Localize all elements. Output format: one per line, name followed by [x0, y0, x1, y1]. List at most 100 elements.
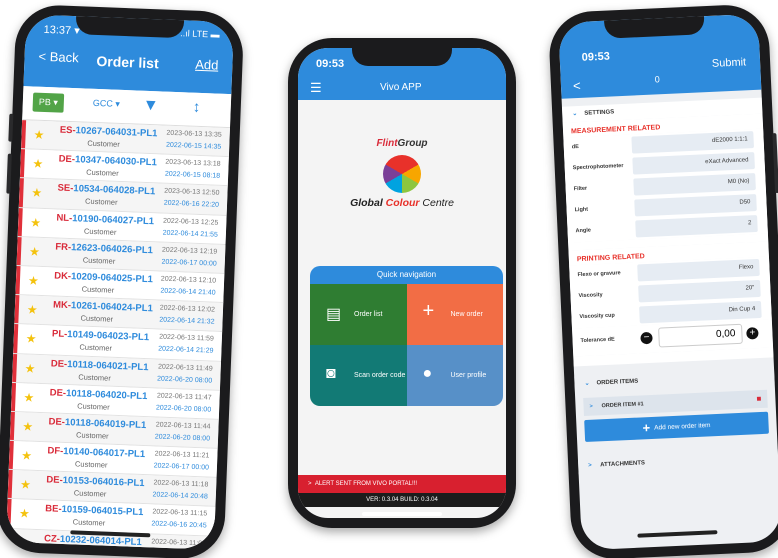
order-number: MK-10261-064024-PL1 [52, 299, 154, 315]
created-date: 2022-06-13 11:21 [154, 450, 210, 460]
status-bar [7, 470, 13, 499]
status-time: 09:53 [581, 50, 611, 64]
due-date: 2022-06-15 08:18 [164, 170, 221, 180]
printing-fields: Flexo or gravure Flexo Viscosity 20" Viscosi… [569, 256, 772, 329]
flint-group-logo: FlintGroup [376, 138, 428, 149]
status-bar [10, 382, 17, 411]
created-date: 2022-06-13 12:02 [159, 304, 216, 314]
order-number: DE-10153-064016-PL1 [46, 474, 145, 490]
star-icon[interactable]: ★ [24, 361, 35, 375]
submit-button[interactable]: Submit [712, 56, 747, 70]
star-icon[interactable]: ★ [23, 390, 34, 404]
page-title: Order list [96, 52, 159, 72]
back-chevron-icon[interactable]: < [573, 78, 581, 93]
status-bar [18, 178, 24, 207]
plus-icon: + [422, 300, 435, 322]
tile-user-profile[interactable]: ● User profile [406, 345, 503, 406]
chevron-down-icon: ⌄ [572, 111, 578, 118]
created-date: 2022-06-13 12:25 [162, 217, 219, 227]
star-icon[interactable]: ★ [29, 244, 40, 258]
customer-name: Customer [72, 517, 106, 529]
status-bar [15, 265, 21, 295]
star-icon[interactable]: ★ [31, 186, 42, 200]
star-icon[interactable]: ★ [21, 448, 32, 462]
customer-name: Customer [79, 342, 113, 354]
chevron-right-icon: > [308, 481, 315, 487]
star-icon[interactable]: ★ [27, 303, 38, 317]
star-icon[interactable]: ★ [32, 157, 43, 171]
alert-banner[interactable]: > ALERT SENT FROM VIVO PORTAL!!! [298, 475, 506, 493]
status-bar [14, 295, 20, 324]
user-icon: ● [422, 365, 433, 382]
pb-filter-dropdown[interactable]: PB ▾ [32, 92, 65, 113]
created-date: 2022-06-13 11:15 [152, 508, 208, 518]
customer-name: Customer [82, 255, 116, 266]
filter-icon[interactable]: ▼ [142, 97, 158, 116]
due-date: 2022-06-14 20:48 [152, 491, 208, 501]
status-bar [19, 149, 26, 178]
customer-name: Customer [78, 371, 112, 383]
created-date: 2023-06-13 13:35 [166, 129, 222, 139]
tile-scan-order-code[interactable]: ◙ Scan order code [310, 345, 407, 406]
tolerance-label: Tolerance dE [580, 336, 615, 345]
field-value[interactable]: 2 [635, 214, 758, 238]
star-icon[interactable]: ★ [30, 215, 41, 229]
hamburger-menu-icon[interactable]: ☰ [310, 80, 322, 96]
gcc-filter-dropdown[interactable]: GCC ▾ [93, 98, 120, 110]
phone-home: 09:53 ☰ Vivo APP FlintGroup Global Colou… [288, 38, 516, 528]
phone-order-settings: 09:53 Submit < 0 ⌄ SETTINGS MEASUREMENT R… [547, 3, 778, 558]
gcc-logo-text: Global Colour Centre [350, 197, 454, 209]
star-icon[interactable]: ★ [25, 332, 36, 346]
trash-icon[interactable]: ■ [756, 390, 762, 408]
customer-name: Customer [87, 138, 120, 149]
status-time: 09:53 [316, 58, 345, 70]
status-bar [13, 324, 19, 353]
add-button[interactable]: Add [195, 57, 219, 73]
tolerance-input[interactable]: 0,00 [658, 323, 743, 348]
back-button[interactable]: < Back [38, 49, 79, 66]
customer-name: Customer [71, 547, 104, 550]
due-date: 2022-06-14 21:32 [159, 316, 215, 326]
field-label: Flexo or gravure [577, 270, 621, 279]
chevron-right-icon: > [589, 403, 593, 410]
star-icon[interactable]: ★ [28, 273, 39, 287]
version-bar: VER: 0.3.04 BUILD: 0.3.04 [298, 493, 506, 507]
created-date: 2022-06-13 12:19 [161, 246, 218, 256]
decrement-icon[interactable]: − [640, 331, 653, 345]
order-number: NL-10190-064027-PL1 [56, 212, 155, 227]
created-date: 2022-06-13 11:49 [157, 363, 213, 373]
globe-logo-icon [383, 155, 421, 193]
star-icon[interactable]: ★ [18, 536, 29, 550]
status-bar [9, 411, 15, 441]
due-date: 2022-06-15 14:35 [165, 141, 222, 151]
customer-name: Customer [73, 488, 107, 499]
created-date: 2022-06-13 11:59 [159, 333, 214, 343]
due-date: 2022-06-16 20:45 [151, 520, 207, 530]
tile-new-order[interactable]: + New order [406, 284, 503, 345]
customer-name: Customer [74, 459, 108, 470]
order-number: ES-10267-064031-PL1 [59, 124, 158, 140]
increment-icon[interactable]: + [746, 327, 759, 340]
star-icon[interactable]: ★ [19, 507, 30, 521]
star-icon[interactable]: ★ [22, 419, 33, 433]
customer-name: Customer [80, 313, 114, 324]
order-number: FR-12623-064026-PL1 [55, 241, 154, 256]
tile-order-list[interactable]: ▤ Order list [310, 284, 407, 345]
home-indicator [362, 512, 442, 516]
status-icons: ..ıl LTE ▬ [180, 28, 220, 40]
app-title: Vivo APP [380, 82, 422, 93]
order-list: ★ ES-10267-064031-PL1 Customer 2023-06-13 1… [5, 120, 230, 550]
due-date: 2022-06-20 08:00 [155, 404, 212, 414]
chevron-down-icon: ⌄ [584, 380, 590, 387]
order-number: PL-10149-064023-PL1 [51, 328, 150, 344]
home-screen: 09:53 ☰ Vivo APP FlintGroup Global Colou… [298, 48, 506, 518]
star-icon[interactable]: ★ [33, 128, 44, 142]
created-date: 2022-06-13 12:10 [160, 275, 217, 285]
sort-icon[interactable]: ↕ [192, 99, 200, 116]
quick-navigation-title: Quick navigation [310, 266, 503, 284]
customer-name: Customer [77, 401, 110, 412]
star-icon[interactable]: ★ [20, 478, 31, 492]
customer-name: Customer [83, 226, 117, 237]
status-bar [6, 499, 12, 528]
order-number: DE-10118-064021-PL1 [50, 357, 149, 373]
